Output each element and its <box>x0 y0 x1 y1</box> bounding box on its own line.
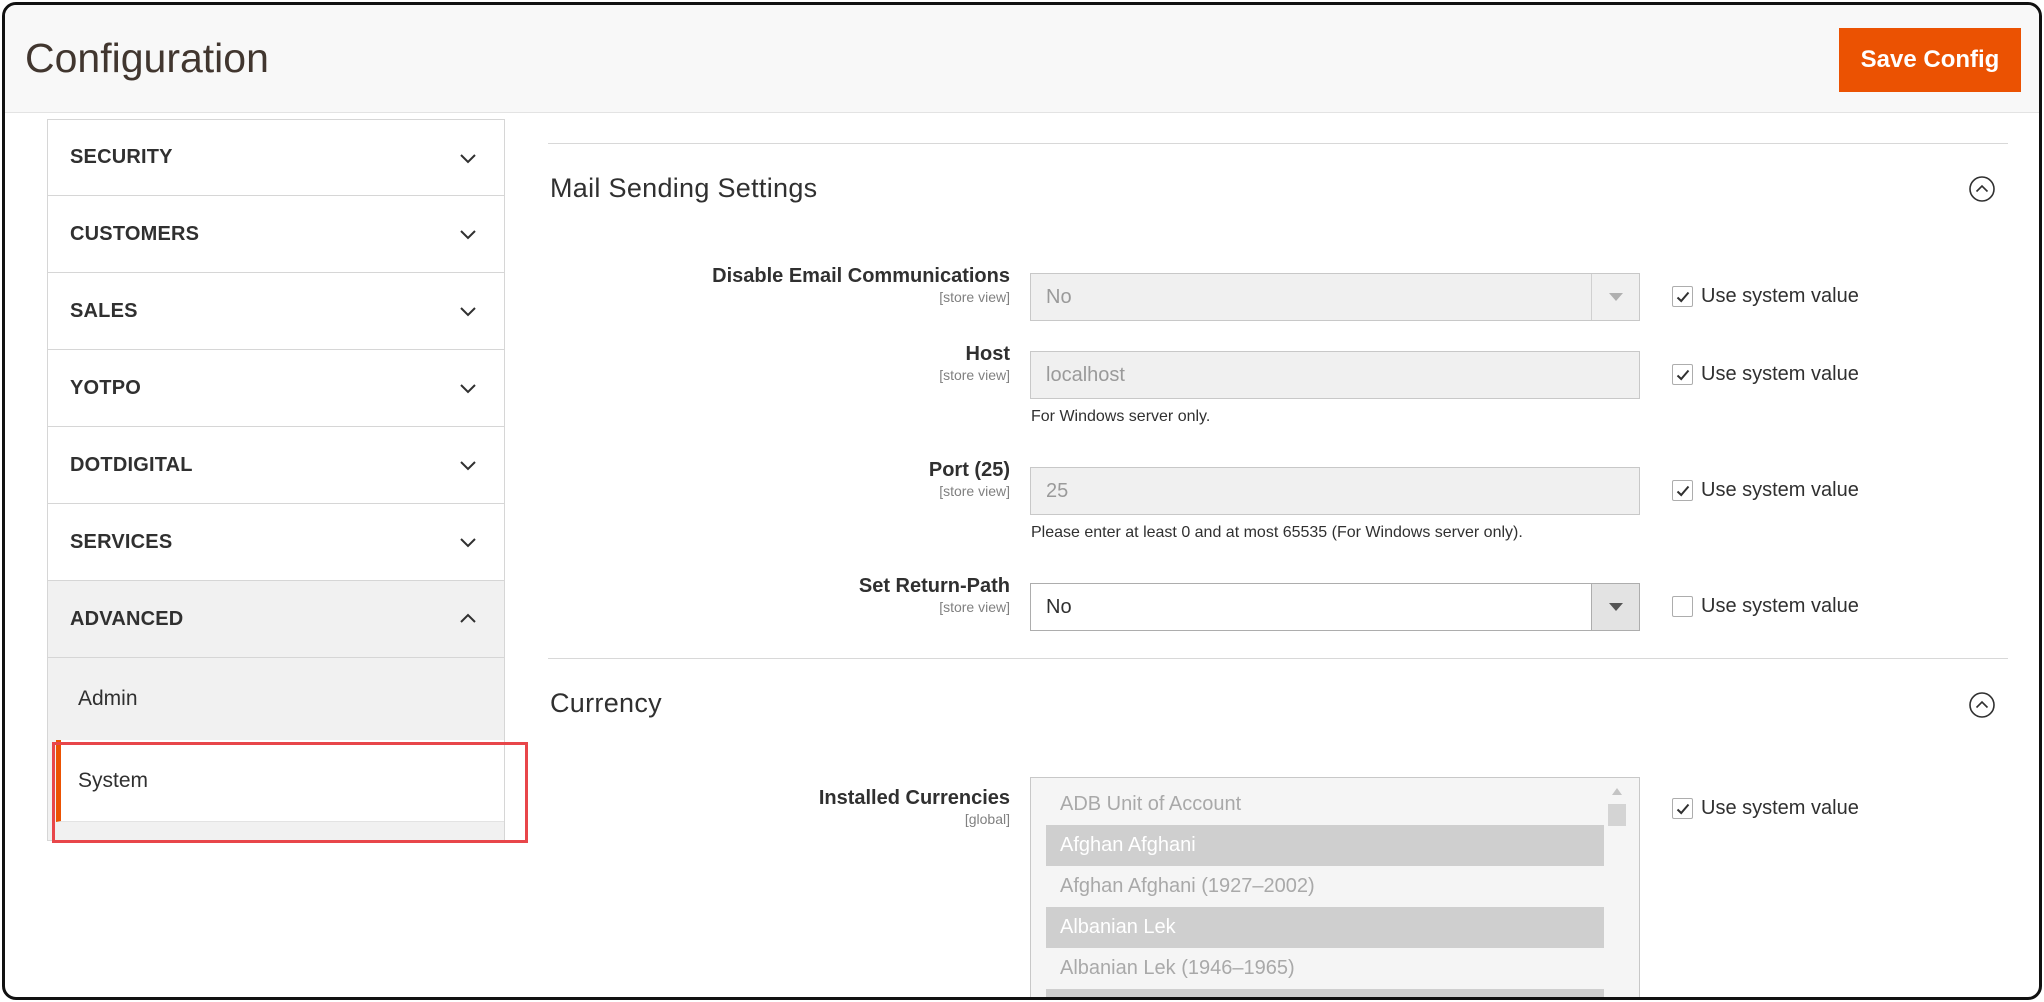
collapse-section-icon[interactable] <box>1968 691 1996 719</box>
scrollbar-thumb[interactable] <box>1608 804 1626 826</box>
use-system-value-label: Use system value <box>1701 595 1859 617</box>
disable-email-select[interactable]: No <box>1030 273 1640 321</box>
chevron-down-icon <box>460 307 476 317</box>
field-label: Host <box>965 343 1010 365</box>
app-window: Configuration Save Config SECURITY CUSTO… <box>2 2 2042 1000</box>
port-input[interactable]: 25 <box>1030 467 1640 515</box>
sidebar-item-sales[interactable]: SALES <box>47 273 505 350</box>
currency-option[interactable]: Albanian Lek (1946–1965) <box>1046 948 1604 989</box>
field-note: Please enter at least 0 and at most 6553… <box>1031 524 1523 541</box>
checkbox-unchecked-icon[interactable] <box>1672 596 1693 617</box>
sidebar-subitem-admin[interactable]: Admin <box>48 658 504 740</box>
list-scrollbar[interactable] <box>1607 788 1627 997</box>
sidebar-item-label: CUSTOMERS <box>70 222 200 245</box>
section-divider <box>548 143 2008 144</box>
dropdown-arrow-icon[interactable] <box>1591 584 1639 630</box>
field-label: Port (25) <box>928 459 1010 481</box>
field-label-group: Set Return-Path [store view] <box>548 575 1010 615</box>
save-config-button[interactable]: Save Config <box>1839 28 2021 92</box>
sidebar-item-customers[interactable]: CUSTOMERS <box>47 196 505 273</box>
sidebar-item-label: ADVANCED <box>70 607 184 630</box>
sidebar-subitem-system[interactable]: System <box>56 740 504 822</box>
use-system-value-toggle[interactable]: Use system value <box>1672 285 1859 308</box>
field-scope: [global] <box>964 811 1010 827</box>
checkbox-checked-icon[interactable] <box>1672 480 1693 501</box>
use-system-value-label: Use system value <box>1701 479 1859 501</box>
chevron-down-icon <box>460 384 476 394</box>
installed-currencies-multiselect[interactable]: ADB Unit of Account Afghan Afghani Afgha… <box>1030 777 1640 997</box>
page-title: Configuration <box>25 35 269 81</box>
currency-option-selected[interactable]: Albanian Lek <box>1046 907 1604 948</box>
return-path-select[interactable]: No <box>1030 583 1640 631</box>
sidebar-item-label: SECURITY <box>70 146 173 168</box>
sidebar-item-label: YOTPO <box>70 376 142 399</box>
config-sidebar: SECURITY CUSTOMERS SALES YOTPO DOTDIGITA… <box>47 119 505 841</box>
section-title-currency[interactable]: Currency <box>550 688 662 719</box>
sidebar-item-dotdigital[interactable]: DOTDIGITAL <box>47 427 505 504</box>
page-header: Configuration Save Config <box>5 5 2039 113</box>
field-label: Set Return-Path <box>858 575 1010 597</box>
checkbox-checked-icon[interactable] <box>1672 286 1693 307</box>
currency-option[interactable]: ADB Unit of Account <box>1046 784 1604 825</box>
advanced-submenu: Admin System <box>47 658 505 841</box>
currency-option-selected[interactable]: Afghan Afghani <box>1046 825 1604 866</box>
field-label: Installed Currencies <box>818 787 1010 809</box>
input-value: localhost <box>1046 363 1125 386</box>
field-scope: [store view] <box>939 367 1010 383</box>
sidebar-item-security[interactable]: SECURITY <box>47 119 505 196</box>
use-system-value-toggle[interactable]: Use system value <box>1672 797 1859 820</box>
field-label-group: Installed Currencies [global] <box>548 787 1010 827</box>
select-value: No <box>1046 595 1072 618</box>
field-label-group: Host [store view] <box>548 343 1010 383</box>
checkbox-checked-icon[interactable] <box>1672 364 1693 385</box>
chevron-up-icon <box>460 613 476 623</box>
chevron-down-icon <box>460 230 476 240</box>
currency-option-selected[interactable] <box>1046 989 1604 997</box>
use-system-value-toggle[interactable]: Use system value <box>1672 479 1859 502</box>
field-label: Disable Email Communications <box>712 265 1010 287</box>
use-system-value-toggle[interactable]: Use system value <box>1672 363 1859 386</box>
sidebar-item-label: SERVICES <box>70 530 173 553</box>
use-system-value-label: Use system value <box>1701 285 1859 307</box>
sidebar-item-label: SALES <box>70 299 138 322</box>
section-title-mail[interactable]: Mail Sending Settings <box>550 173 817 204</box>
use-system-value-label: Use system value <box>1701 363 1859 385</box>
dropdown-arrow-icon[interactable] <box>1591 274 1639 320</box>
use-system-value-toggle[interactable]: Use system value <box>1672 595 1859 618</box>
select-value: No <box>1046 285 1072 308</box>
sidebar-item-advanced[interactable]: ADVANCED <box>47 581 505 658</box>
sidebar-item-yotpo[interactable]: YOTPO <box>47 350 505 427</box>
field-label-group: Port (25) [store view] <box>548 459 1010 499</box>
field-scope: [store view] <box>939 289 1010 305</box>
use-system-value-label: Use system value <box>1701 797 1859 819</box>
field-note: For Windows server only. <box>1031 408 1211 425</box>
sidebar-item-services[interactable]: SERVICES <box>47 504 505 581</box>
chevron-down-icon <box>460 461 476 471</box>
field-label-group: Disable Email Communications [store view… <box>548 265 1010 305</box>
host-input[interactable]: localhost <box>1030 351 1640 399</box>
collapse-section-icon[interactable] <box>1968 175 1996 203</box>
currency-option[interactable]: Afghan Afghani (1927–2002) <box>1046 866 1604 907</box>
checkbox-checked-icon[interactable] <box>1672 798 1693 819</box>
field-scope: [store view] <box>939 599 1010 615</box>
sidebar-item-label: DOTDIGITAL <box>70 453 193 476</box>
chevron-down-icon <box>460 538 476 548</box>
chevron-down-icon <box>460 154 476 164</box>
field-scope: [store view] <box>939 483 1010 499</box>
scroll-up-arrow-icon[interactable] <box>1612 788 1622 795</box>
input-value: 25 <box>1046 479 1069 502</box>
section-divider <box>548 658 2008 659</box>
